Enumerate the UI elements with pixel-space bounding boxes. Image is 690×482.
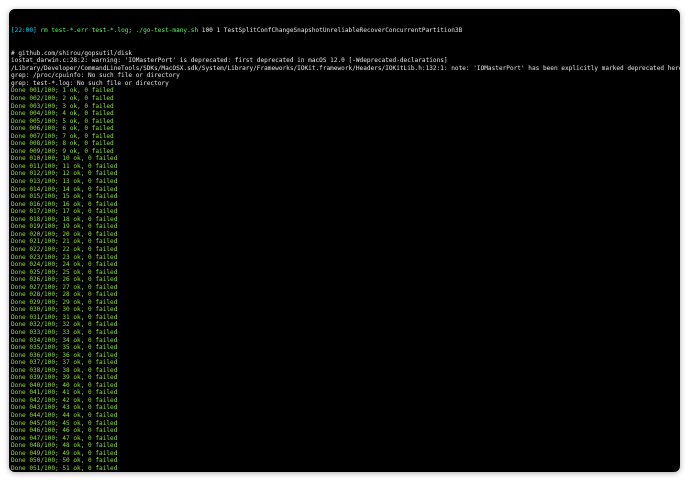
test-result-line: Done 043/100; 43 ok, 0 failed <box>11 404 118 412</box>
output-line: iostat_darwin.c:28:2: warning: 'IOMaster… <box>11 57 448 65</box>
test-result-line: Done 028/100; 28 ok, 0 failed <box>11 291 118 299</box>
test-result-line: Done 021/100; 21 ok, 0 failed <box>11 238 118 246</box>
test-result-line: Done 051/100; 51 ok, 0 failed <box>11 464 118 472</box>
test-result-line: Done 031/100; 31 ok, 0 failed <box>11 313 118 321</box>
test-result-line: Done 019/100; 19 ok, 0 failed <box>11 223 118 231</box>
test-result-line: Done 048/100; 48 ok, 0 failed <box>11 442 118 450</box>
output-line: grep: /proc/cpuinfo: No such file or dir… <box>11 72 180 80</box>
test-result-line: Done 024/100; 24 ok, 0 failed <box>11 261 118 269</box>
test-result-line: Done 039/100; 39 ok, 0 failed <box>11 374 118 382</box>
output-line: grep: test-*.log: No such file or direct… <box>11 79 169 87</box>
test-result-line: Done 040/100; 40 ok, 0 failed <box>11 381 118 389</box>
test-result-line: Done 008/100; 8 ok, 0 failed <box>11 140 114 148</box>
test-result-line: Done 035/100; 35 ok, 0 failed <box>11 344 118 352</box>
output-line: # github.com/shirou/gopsutil/disk <box>11 49 133 57</box>
prompt-command: rm test-*.err test-*.log; ./go-test-many… <box>36 27 199 35</box>
test-result-line: Done 012/100; 12 ok, 0 failed <box>11 170 118 178</box>
test-result-line: Done 010/100; 10 ok, 0 failed <box>11 155 118 163</box>
test-result-line: Done 013/100; 13 ok, 0 failed <box>11 178 118 186</box>
test-result-line: Done 005/100; 5 ok, 0 failed <box>11 117 114 125</box>
test-result-line: Done 004/100; 4 ok, 0 failed <box>11 110 114 118</box>
terminal-window: [22:00] rm test-*.err test-*.log; ./go-t… <box>9 9 680 472</box>
terminal-output[interactable]: [22:00] rm test-*.err test-*.log; ./go-t… <box>11 12 680 472</box>
test-result-line: Done 001/100; 1 ok, 0 failed <box>11 87 114 95</box>
test-result-line: Done 009/100; 9 ok, 0 failed <box>11 147 114 155</box>
test-result-line: Done 049/100; 49 ok, 0 failed <box>11 449 118 457</box>
test-result-line: Done 036/100; 36 ok, 0 failed <box>11 351 118 359</box>
test-result-line: Done 029/100; 29 ok, 0 failed <box>11 298 118 306</box>
test-result-line: Done 016/100; 16 ok, 0 failed <box>11 200 118 208</box>
prompt-arguments: 100 1 TestSplitConfChangeSnapshotUnrelia… <box>198 27 463 35</box>
test-result-line: Done 032/100; 32 ok, 0 failed <box>11 321 118 329</box>
prompt-line: [22:00] rm test-*.err test-*.log; ./go-t… <box>11 27 678 35</box>
test-result-line: Done 006/100; 6 ok, 0 failed <box>11 125 114 133</box>
test-result-line: Done 047/100; 47 ok, 0 failed <box>11 434 118 442</box>
test-result-line: Done 041/100; 41 ok, 0 failed <box>11 389 118 397</box>
test-result-line: Done 014/100; 14 ok, 0 failed <box>11 185 118 193</box>
test-result-line: Done 026/100; 26 ok, 0 failed <box>11 276 118 284</box>
test-result-line: Done 023/100; 23 ok, 0 failed <box>11 253 118 261</box>
test-result-line: Done 042/100; 42 ok, 0 failed <box>11 396 118 404</box>
prompt-time: [22:00] <box>11 27 37 35</box>
test-result-line: Done 025/100; 25 ok, 0 failed <box>11 268 118 276</box>
test-result-line: Done 034/100; 34 ok, 0 failed <box>11 336 118 344</box>
test-result-line: Done 018/100; 18 ok, 0 failed <box>11 215 118 223</box>
test-result-line: Done 003/100; 3 ok, 0 failed <box>11 102 114 110</box>
test-result-line: Done 027/100; 27 ok, 0 failed <box>11 283 118 291</box>
test-result-line: Done 037/100; 37 ok, 0 failed <box>11 359 118 367</box>
test-result-line: Done 038/100; 38 ok, 0 failed <box>11 366 118 374</box>
test-result-line: Done 033/100; 33 ok, 0 failed <box>11 328 118 336</box>
output-line: /Library/Developer/CommandLineTools/SDKs… <box>11 64 680 72</box>
test-result-line: Done 045/100; 45 ok, 0 failed <box>11 419 118 427</box>
test-result-line: Done 011/100; 11 ok, 0 failed <box>11 162 118 170</box>
test-result-line: Done 015/100; 15 ok, 0 failed <box>11 193 118 201</box>
test-result-line: Done 030/100; 30 ok, 0 failed <box>11 306 118 314</box>
test-result-line: Done 007/100; 7 ok, 0 failed <box>11 132 114 140</box>
test-result-line: Done 022/100; 22 ok, 0 failed <box>11 245 118 253</box>
test-result-line: Done 050/100; 50 ok, 0 failed <box>11 457 118 465</box>
test-result-line: Done 002/100; 2 ok, 0 failed <box>11 95 114 103</box>
test-result-line: Done 044/100; 44 ok, 0 failed <box>11 411 118 419</box>
test-result-line: Done 020/100; 20 ok, 0 failed <box>11 230 118 238</box>
test-result-line: Done 017/100; 17 ok, 0 failed <box>11 208 118 216</box>
test-result-line: Done 046/100; 46 ok, 0 failed <box>11 427 118 435</box>
